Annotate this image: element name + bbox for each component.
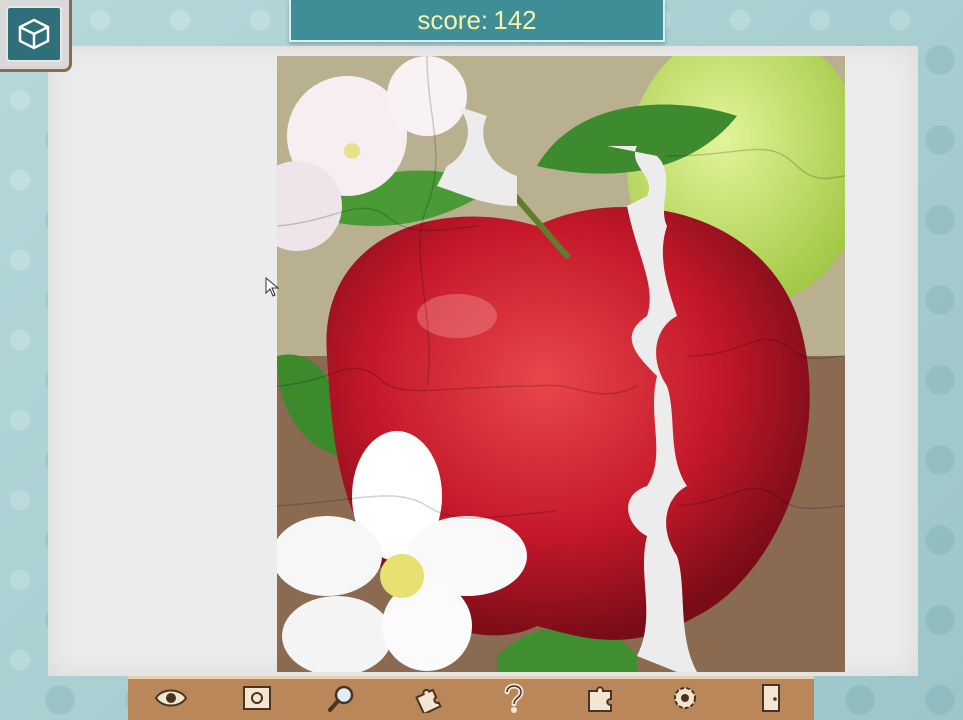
puzzle-artwork [277,56,845,672]
eye-icon [154,686,188,714]
settings-button[interactable] [665,682,705,718]
bottom-toolbar [128,676,814,720]
background-button[interactable] [237,682,277,718]
help-button[interactable] [494,682,534,718]
magnifier-button[interactable] [322,682,362,718]
puzzle-pieces-icon [413,683,443,717]
menu-button[interactable] [0,0,72,72]
gear-icon [670,683,700,717]
puzzle-image-area[interactable] [277,56,845,672]
preview-eye-button[interactable] [151,682,191,718]
score-label: score: [417,5,489,35]
cube-menu-icon [6,6,62,62]
sort-edges-button[interactable] [408,682,448,718]
picture-icon [242,685,272,715]
magnifier-icon [327,683,357,717]
door-exit-icon [758,683,784,717]
puzzle-piece-icon [585,683,615,717]
score-banner: score: 142 [289,0,665,42]
exit-button[interactable] [751,682,791,718]
hint-piece-button[interactable] [580,682,620,718]
question-icon [501,682,527,718]
mouse-cursor [265,276,281,301]
score-value: 142 [493,5,537,35]
